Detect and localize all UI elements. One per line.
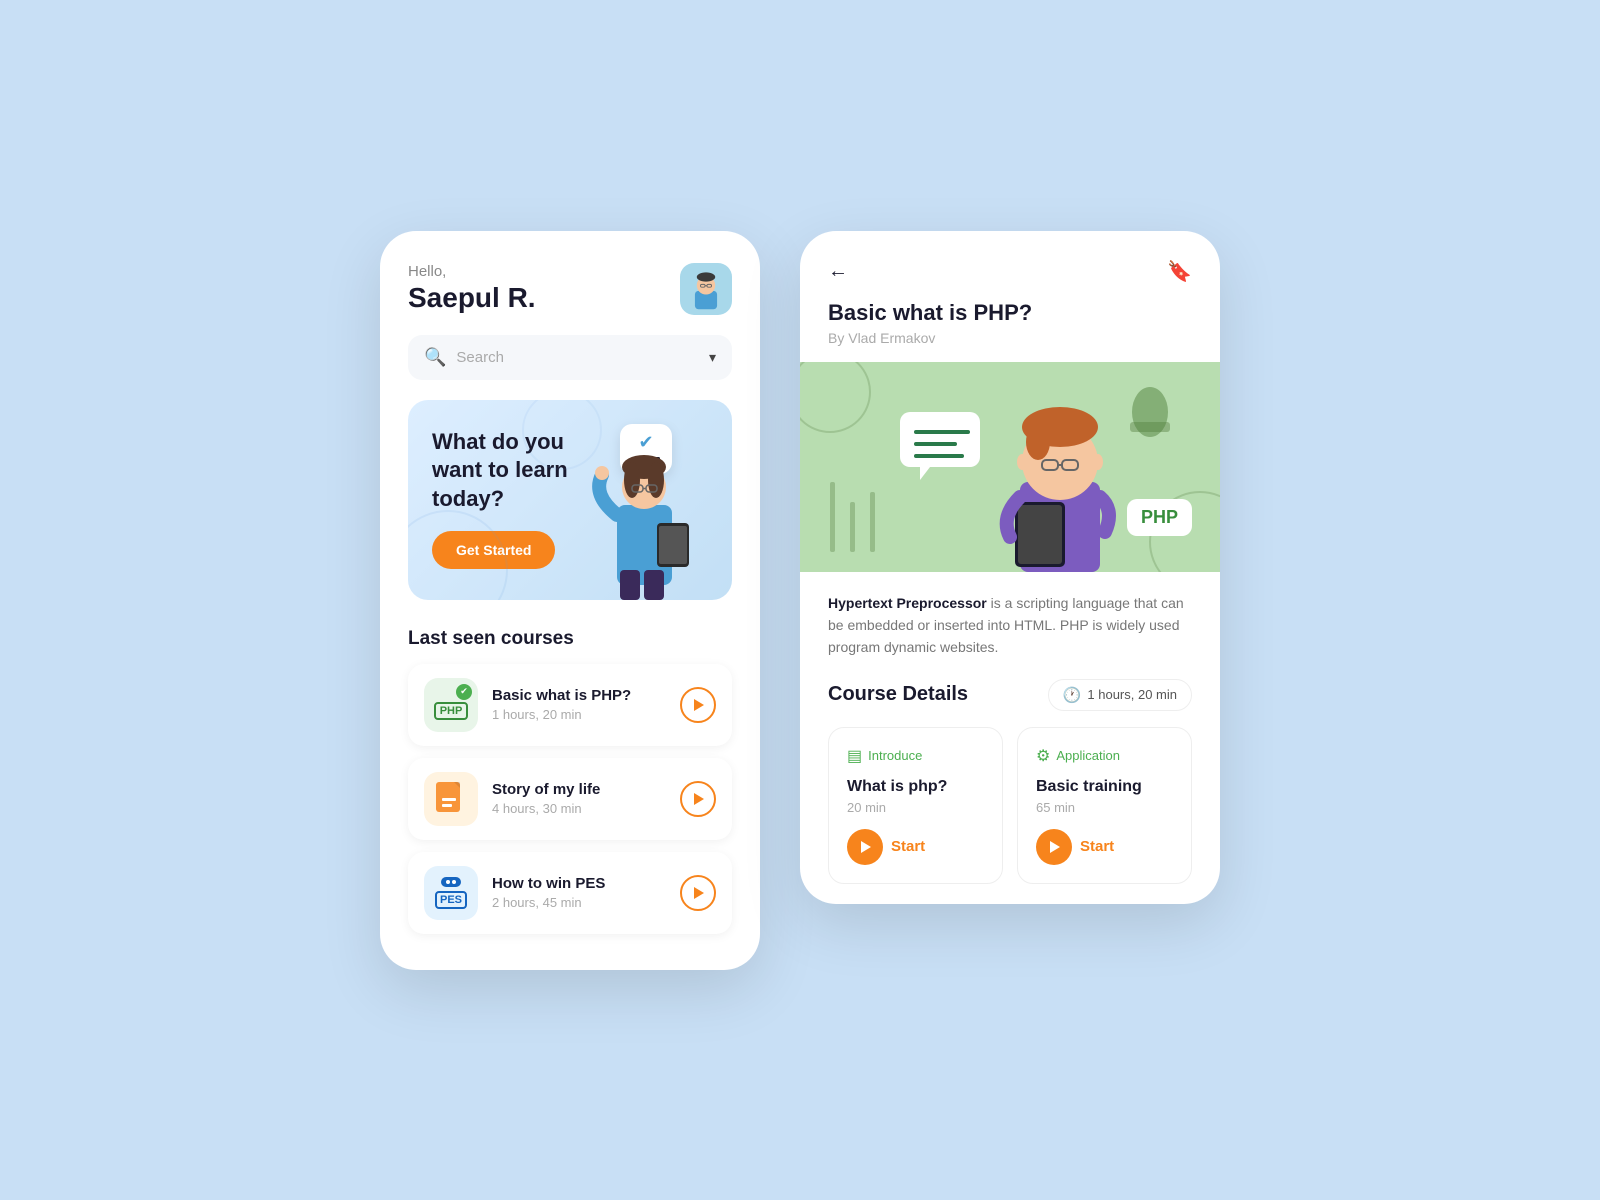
detail-hero-image: PHP <box>800 362 1220 572</box>
detail-screen: ← 🔖 Basic what is PHP? By Vlad Ermakov <box>800 231 1220 904</box>
detail-header: ← 🔖 <box>800 231 1220 300</box>
introduce-icon: ▤ <box>847 746 862 766</box>
course-info: How to win PES 2 hours, 45 min <box>492 875 666 910</box>
php-label: PHP <box>434 702 469 720</box>
course-thumbnail-pes: PES <box>424 866 478 920</box>
start-button-introduce[interactable]: Start <box>847 829 925 865</box>
play-button[interactable] <box>680 875 716 911</box>
module-duration: 65 min <box>1036 800 1173 815</box>
greeting-block: Hello, Saepul R. <box>408 263 536 314</box>
application-icon: ⚙ <box>1036 746 1050 766</box>
home-banner: What do you want to learn today? Get Sta… <box>408 400 732 600</box>
course-name: How to win PES <box>492 875 666 892</box>
start-label: Start <box>891 838 925 855</box>
module-name: Basic training <box>1036 778 1173 796</box>
duration-label: 1 hours, 20 min <box>1087 687 1177 702</box>
course-duration: 4 hours, 30 min <box>492 801 666 816</box>
play-button[interactable] <box>680 781 716 817</box>
course-list: ✔ PHP Basic what is PHP? 1 hours, 20 min <box>408 664 732 934</box>
banner-illustration <box>572 415 732 600</box>
greeting-hello: Hello, <box>408 263 536 280</box>
course-thumbnail-php: ✔ PHP <box>424 678 478 732</box>
module-tag-label: Application <box>1056 748 1120 763</box>
detail-course-title: Basic what is PHP? <box>828 300 1192 326</box>
course-duration: 1 hours, 20 min <box>492 707 666 722</box>
module-card-application: ⚙ Application Basic training 65 min Star… <box>1017 727 1192 884</box>
detail-author: By Vlad Ermakov <box>828 330 1192 346</box>
list-item[interactable]: Story of my life 4 hours, 30 min <box>408 758 732 840</box>
search-bar[interactable]: 🔍 Search ▾ <box>408 335 732 380</box>
start-button-application[interactable]: Start <box>1036 829 1114 865</box>
detail-description: Hypertext Preprocessor is a scripting la… <box>800 592 1220 679</box>
php-hero-badge: PHP <box>1127 499 1192 536</box>
detail-title-area: Basic what is PHP? By Vlad Ermakov <box>800 300 1220 362</box>
greeting-name: Saepul R. <box>408 282 536 314</box>
module-tag: ▤ Introduce <box>847 746 984 766</box>
course-details-header: Course Details 🕐 1 hours, 20 min <box>828 679 1192 711</box>
search-icon: 🔍 <box>424 347 446 368</box>
avatar[interactable] <box>680 263 732 315</box>
course-duration: 2 hours, 45 min <box>492 895 666 910</box>
home-screen: Hello, Saepul R. <box>380 231 760 970</box>
start-label: Start <box>1080 838 1114 855</box>
home-header: Hello, Saepul R. <box>408 263 732 315</box>
pes-label: PES <box>435 891 467 909</box>
play-icon <box>1036 829 1072 865</box>
pes-bubble <box>441 877 461 887</box>
check-icon: ✔ <box>456 684 472 700</box>
course-info: Basic what is PHP? 1 hours, 20 min <box>492 687 666 722</box>
course-details-section: Course Details 🕐 1 hours, 20 min ▤ Intro… <box>800 679 1220 904</box>
bookmark-button[interactable]: 🔖 <box>1167 259 1192 284</box>
clock-icon: 🕐 <box>1063 686 1082 704</box>
app-container: Hello, Saepul R. <box>380 171 1220 1030</box>
module-tag-label: Introduce <box>868 748 922 763</box>
course-details-title: Course Details <box>828 683 968 706</box>
list-item[interactable]: ✔ PHP Basic what is PHP? 1 hours, 20 min <box>408 664 732 746</box>
desc-bold: Hypertext Preprocessor <box>828 595 987 611</box>
chevron-down-icon: ▾ <box>709 349 716 366</box>
back-button[interactable]: ← <box>828 260 848 283</box>
last-seen-title: Last seen courses <box>408 628 732 650</box>
modules-grid: ▤ Introduce What is php? 20 min Start ⚙ … <box>828 727 1192 884</box>
course-name: Story of my life <box>492 781 666 798</box>
module-card-introduce: ▤ Introduce What is php? 20 min Start <box>828 727 1003 884</box>
course-name: Basic what is PHP? <box>492 687 666 704</box>
list-item[interactable]: PES How to win PES 2 hours, 45 min <box>408 852 732 934</box>
play-icon <box>847 829 883 865</box>
course-info: Story of my life 4 hours, 30 min <box>492 781 666 816</box>
module-duration: 20 min <box>847 800 984 815</box>
search-input[interactable]: Search <box>456 349 699 366</box>
duration-badge: 🕐 1 hours, 20 min <box>1048 679 1192 711</box>
course-thumbnail-story <box>424 772 478 826</box>
module-tag: ⚙ Application <box>1036 746 1173 766</box>
module-name: What is php? <box>847 778 984 796</box>
play-button[interactable] <box>680 687 716 723</box>
